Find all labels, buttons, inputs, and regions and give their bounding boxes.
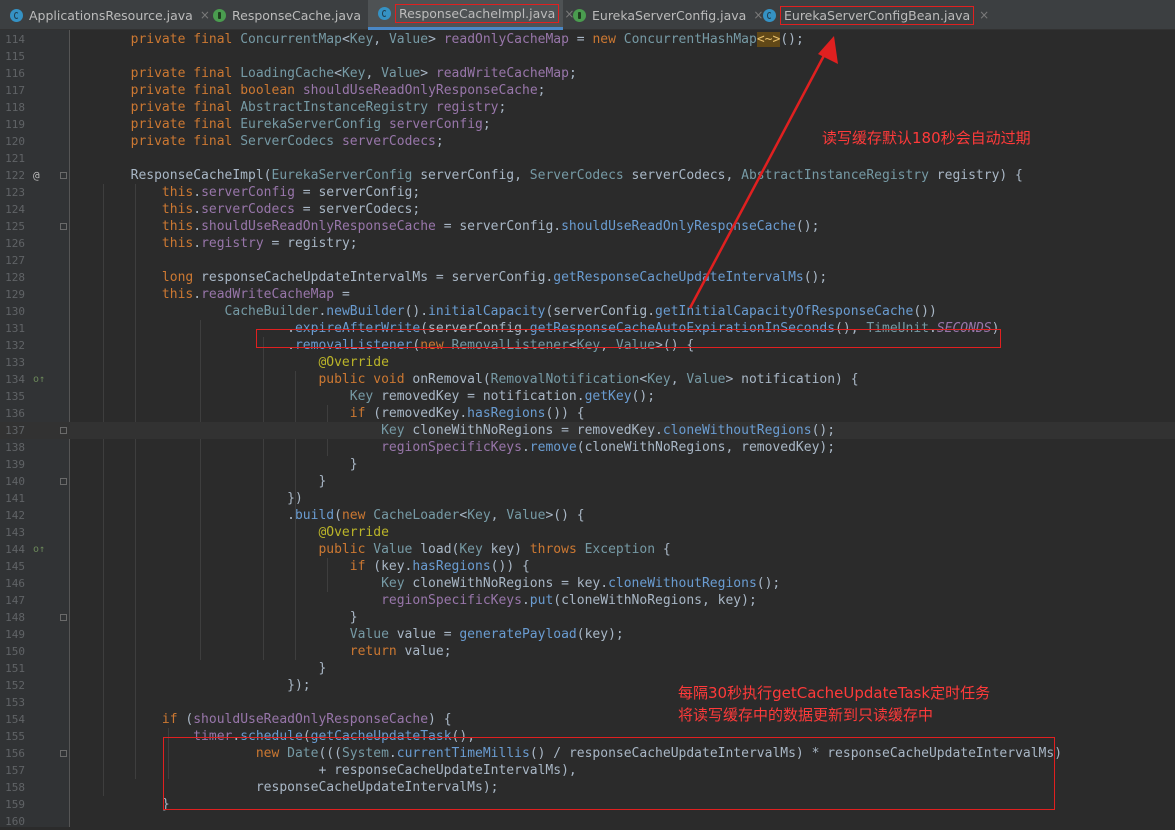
- editor-tab-bar: ApplicationsResource.java × ResponseCach…: [0, 0, 1175, 30]
- fold-marker-icon[interactable]: [60, 223, 67, 230]
- tab-response-cache[interactable]: ResponseCache.java ×: [203, 0, 378, 30]
- tab-label: ResponseCache.java: [232, 7, 362, 23]
- interface-icon: [573, 8, 586, 22]
- code-editor[interactable]: 114 private final ConcurrentMap<Key, Val…: [0, 30, 1175, 828]
- annotation-arrow: [688, 36, 838, 309]
- tab-response-cache-impl[interactable]: ResponseCacheImpl.java ×: [368, 0, 574, 30]
- fold-marker-icon[interactable]: [60, 750, 67, 757]
- class-icon: [378, 7, 391, 20]
- interface-icon: [213, 8, 226, 22]
- close-icon[interactable]: ×: [979, 8, 989, 22]
- fold-marker-icon[interactable]: [60, 478, 67, 485]
- tab-eureka-server-config[interactable]: EurekaServerConfig.java ×: [563, 0, 763, 30]
- fold-marker-icon[interactable]: [60, 614, 67, 621]
- tab-label: ResponseCacheImpl.java: [394, 4, 560, 23]
- tab-label: EurekaServerConfig.java: [592, 7, 747, 23]
- class-icon: [763, 8, 776, 22]
- fold-marker-icon[interactable]: [60, 427, 67, 434]
- fold-marker-icon[interactable]: [60, 172, 67, 179]
- tab-label: EurekaServerConfigBean.java: [779, 5, 975, 25]
- class-icon: [10, 8, 23, 22]
- tab-label: ApplicationsResource.java: [29, 7, 193, 23]
- tab-eureka-server-config-bean[interactable]: EurekaServerConfigBean.java ×: [753, 0, 989, 30]
- tab-applications-resource[interactable]: ApplicationsResource.java ×: [0, 0, 210, 30]
